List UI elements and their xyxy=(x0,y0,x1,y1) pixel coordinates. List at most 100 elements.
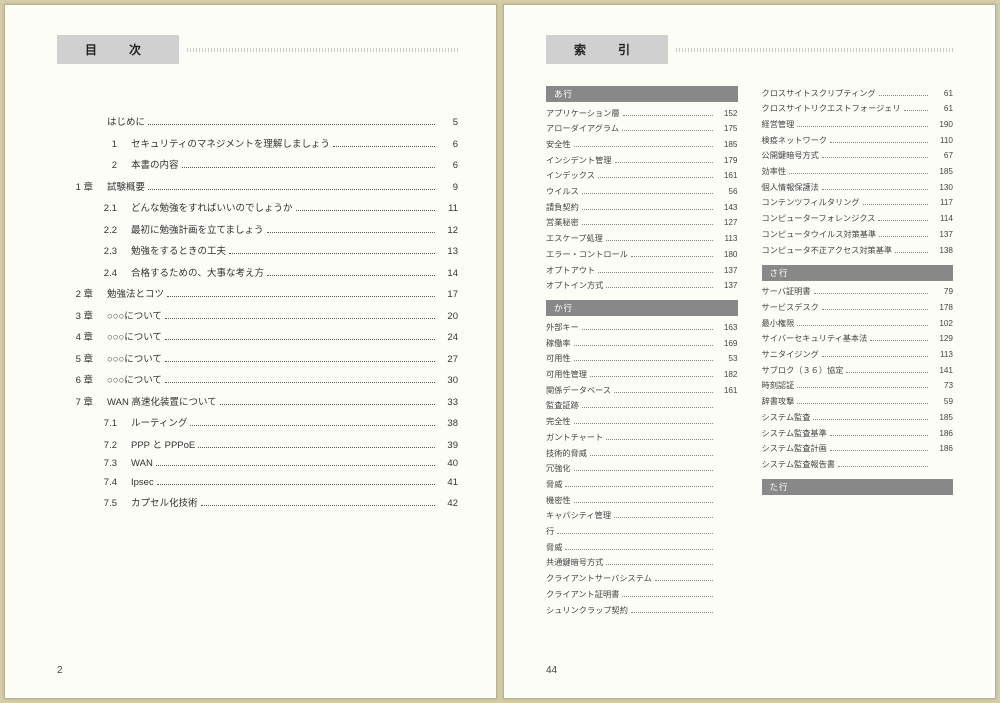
index-entry: サービスデスク178 xyxy=(762,300,954,316)
index-leader xyxy=(574,360,713,361)
index-group-header: さ行 xyxy=(762,265,954,281)
toc-number: 7.3 xyxy=(69,458,131,469)
index-term: 関係データベース xyxy=(546,385,611,398)
toc-entry: 2.3勉強をするときの工夫13 xyxy=(69,243,458,257)
toc-page: 24 xyxy=(438,332,458,343)
index-entry: 脅威0 xyxy=(546,540,738,556)
toc-label: WAN 高速化装置について xyxy=(107,394,217,408)
toc-entry: 7.3WAN40 xyxy=(69,458,458,469)
index-page: 137 xyxy=(931,229,953,242)
index-leader xyxy=(598,272,712,273)
index-entry: エスケープ処理113 xyxy=(546,232,738,248)
index-term: サイバーセキュリティ基本法 xyxy=(762,333,868,346)
index-leader xyxy=(590,455,713,456)
index-entry: 公開鍵暗号方式 67 xyxy=(762,149,954,165)
index-page: 61 xyxy=(931,88,953,101)
index-term: 公開鍵暗号方式 xyxy=(762,150,819,163)
index-term: 辞書攻撃 xyxy=(762,396,795,409)
index-leader xyxy=(606,564,712,565)
index-column: クロスサイトスクリプティング61クロスサイトリクエストフォージェリ61経営管理1… xyxy=(762,86,954,625)
index-leader xyxy=(582,193,713,194)
toc-number: 7.2 xyxy=(69,440,131,451)
index-term: システム監査基準 xyxy=(762,428,827,441)
toc-entry: 6 章○○○について30 xyxy=(69,372,458,386)
index-term: 脅威 xyxy=(546,479,562,492)
index-page: 67 xyxy=(931,150,953,163)
index-term: 完全性 xyxy=(546,416,571,429)
index-term: コンピュータウイルス対策基準 xyxy=(762,229,877,242)
toc-page: 27 xyxy=(438,354,458,365)
index-entry: アプリケーション層152 xyxy=(546,106,738,122)
index-entry: インデックス161 xyxy=(546,169,738,185)
index-term: アローダイアグラム xyxy=(546,123,619,136)
index-entry: クロスサイトスクリプティング61 xyxy=(762,86,954,102)
toc-label: はじめに xyxy=(107,114,145,128)
toc-entry: 7.5カプセル化技術42 xyxy=(69,495,458,509)
index-leader xyxy=(582,209,713,210)
toc-leader xyxy=(165,318,435,319)
toc-entry: 2.4合格するための、大事な考え方14 xyxy=(69,265,458,279)
index-entry: オプトイン方式137 xyxy=(546,279,738,295)
index-term: ウイルス xyxy=(546,186,579,199)
index-page: 索 引 あ行アプリケーション層152アローダイアグラム175安全性185インシデ… xyxy=(503,4,996,699)
index-term: サブロク（３６）協定 xyxy=(762,365,844,378)
index-page: 113 xyxy=(931,349,953,362)
index-leader xyxy=(797,325,928,326)
toc-page: 11 xyxy=(438,203,458,214)
index-leader xyxy=(797,403,928,404)
index-entry: 外部キー163 xyxy=(546,320,738,336)
toc-entry: 2本書の内容6 xyxy=(69,157,458,171)
toc-label: Ipsec xyxy=(131,477,154,488)
toc-leader xyxy=(157,484,435,485)
index-page: 114 xyxy=(931,213,953,226)
index-leader xyxy=(830,435,928,436)
toc-page: 14 xyxy=(438,268,458,279)
index-page: 130 xyxy=(931,182,953,195)
index-group: さ行サーバ証明書79サービスデスク178最小権限102サイバーセキュリティ基本法… xyxy=(762,265,954,473)
index-entry: クライアント証明書0 xyxy=(546,587,738,603)
index-entry: 冗強化0 xyxy=(546,462,738,478)
toc-entry: 4 章○○○について24 xyxy=(69,329,458,343)
index-entry: サーバ証明書79 xyxy=(762,285,954,301)
index-entry: 個人情報保護法130 xyxy=(762,180,954,196)
index-entry: システム監査基準 186 xyxy=(762,426,954,442)
toc-page: 5 xyxy=(438,117,458,128)
index-page: 175 xyxy=(716,123,738,136)
index-leader xyxy=(590,376,713,377)
toc-number: 2.3 xyxy=(69,246,131,257)
index-column: あ行アプリケーション層152アローダイアグラム175安全性185インシデント管理… xyxy=(546,86,738,625)
index-entry: コンピューターフォレンジクス114 xyxy=(762,212,954,228)
toc-label: ルーティング xyxy=(131,415,187,429)
toc-leader xyxy=(198,447,435,448)
index-leader xyxy=(830,450,928,451)
index-term: 脅威 xyxy=(546,542,562,555)
index-term: オプトアウト xyxy=(546,265,595,278)
index-page: 186 xyxy=(931,428,953,441)
index-leader xyxy=(574,502,713,503)
toc-number: 7.1 xyxy=(69,418,131,429)
toc-entry: 2.2最初に勉強計画を立てましょう12 xyxy=(69,222,458,236)
toc-leader xyxy=(165,339,435,340)
toc-list: はじめに51セキュリティのマネジメントを理解しましょう62本書の内容61 章試験… xyxy=(57,114,458,509)
index-term: オプトイン方式 xyxy=(546,280,603,293)
index-page: 59 xyxy=(931,396,953,409)
index-page: 73 xyxy=(931,380,953,393)
index-term: サーバ証明書 xyxy=(762,286,811,299)
toc-leader xyxy=(296,210,435,211)
toc-leader xyxy=(165,361,435,362)
index-term: システム監査報告書 xyxy=(762,459,835,472)
toc-leader xyxy=(167,296,435,297)
index-page: 182 xyxy=(716,369,738,382)
toc-entry: 5 章○○○について27 xyxy=(69,351,458,365)
index-leader xyxy=(904,110,928,111)
index-term: コンピュータ不正アクセス対策基準 xyxy=(762,245,893,258)
toc-leader xyxy=(148,189,435,190)
toc-page: 17 xyxy=(438,289,458,300)
index-entry: サニタイジング113 xyxy=(762,348,954,364)
index-page: 127 xyxy=(716,217,738,230)
index-leader xyxy=(822,189,928,190)
index-term: インシデント管理 xyxy=(546,155,612,168)
index-entry: インシデント管理179 xyxy=(546,153,738,169)
index-term: 冗強化 xyxy=(546,463,571,476)
toc-entry: 7.4Ipsec41 xyxy=(69,477,458,488)
